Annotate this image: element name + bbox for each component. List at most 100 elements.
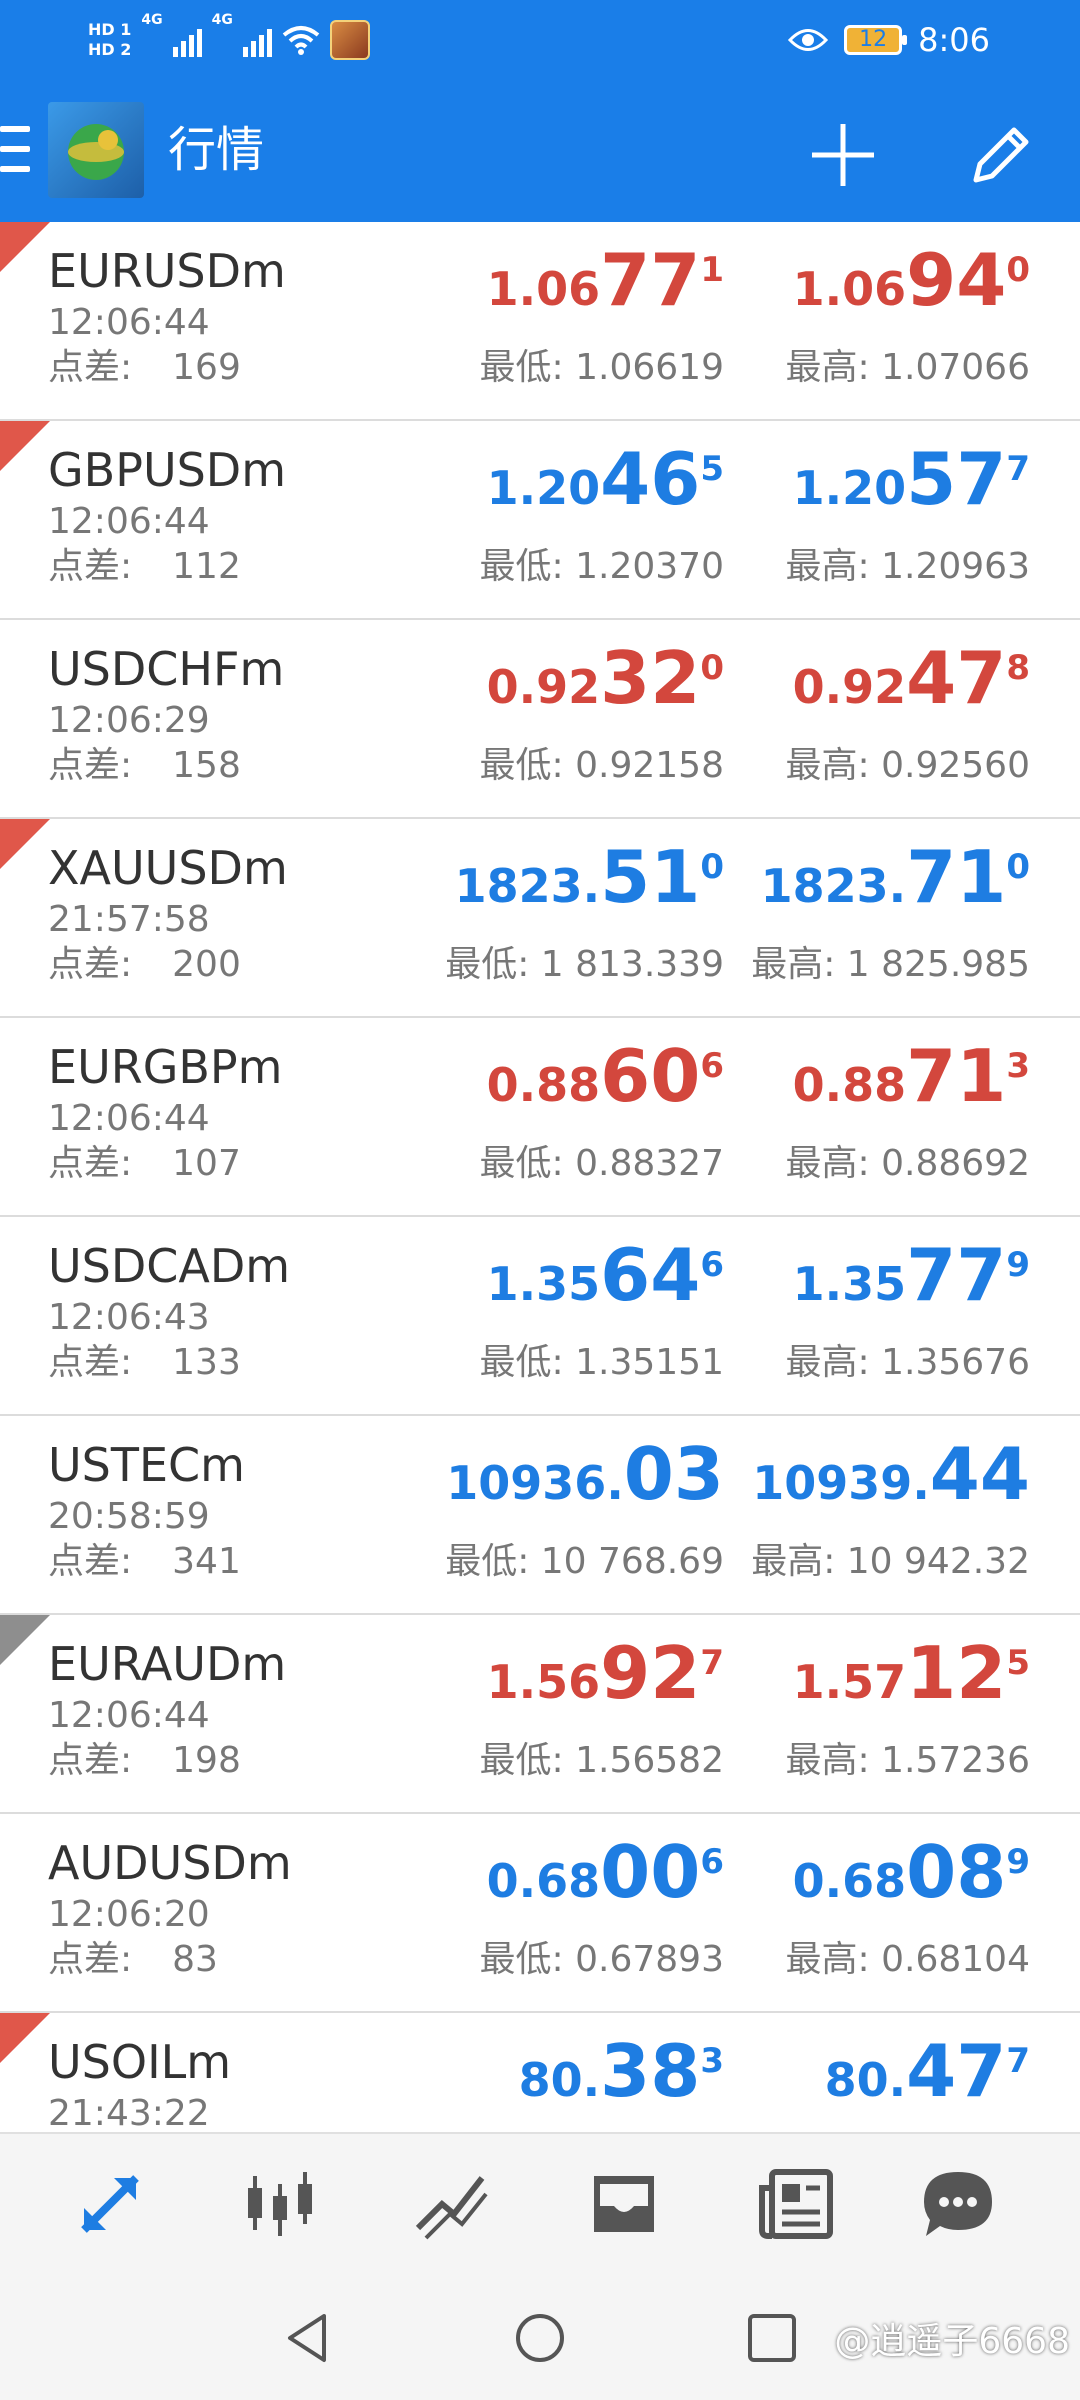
bid-big: 77 [600, 238, 701, 322]
bid-small: 0.88 [486, 1058, 601, 1112]
bid-small: 1823. [454, 859, 601, 913]
symbol: EURGBPm [48, 1040, 283, 1094]
bid-sup: 1 [700, 250, 724, 290]
ask-sup: 8 [1006, 648, 1030, 688]
bid-big: 03 [623, 1432, 724, 1516]
ask-sup: 0 [1006, 847, 1030, 887]
spread-value: 169 [172, 347, 241, 388]
ask-sup: 7 [1006, 449, 1030, 489]
ask-sup: 7 [1006, 2041, 1030, 2081]
ask-big: 44 [929, 1432, 1030, 1516]
network-labels: HD 1 HD 2 [88, 20, 131, 60]
low-price: 最低: 0.67893 [479, 1939, 724, 1980]
bid-sup: 3 [700, 2041, 724, 2081]
quote-time: 12:06:43 [48, 1297, 210, 1338]
quote-row-eurgbpm[interactable]: EURGBPm 12:06:44 点差: 107 0.88606 0.88713 … [0, 1018, 1080, 1217]
quote-row-euraudm[interactable]: EURAUDm 12:06:44 点差: 198 1.56927 1.57125 … [0, 1615, 1080, 1814]
home-icon[interactable] [512, 2310, 568, 2366]
chat-icon[interactable] [918, 2164, 998, 2244]
quote-row-usdcadm[interactable]: USDCADm 12:06:43 点差: 133 1.35646 1.35779 … [0, 1217, 1080, 1416]
quote-time: 12:06:44 [48, 1695, 210, 1736]
wifi-icon [282, 26, 320, 55]
ask-price: 1.57125 [793, 1633, 1030, 1733]
spread: 点差: 169 [48, 347, 241, 389]
ask-big: 71 [906, 835, 1007, 919]
signal-icon [242, 23, 272, 57]
ask-small: 10939. [752, 1456, 930, 1510]
change-marker [0, 1615, 50, 1665]
ask-price: 10939.44 [752, 1434, 1030, 1534]
symbol: AUDUSDm [48, 1836, 292, 1890]
spread-label: 点差: [48, 1143, 133, 1184]
quote-time: 12:06:44 [48, 501, 210, 542]
status-bar: HD 1 HD 2 4G 4G 12 8:06 [0, 0, 1080, 80]
ask-big: 47 [906, 636, 1007, 720]
bottom-nav [0, 2132, 1080, 2274]
ask-small: 1.35 [792, 1257, 907, 1311]
quote-row-audusdm[interactable]: AUDUSDm 12:06:20 点差: 83 0.68006 0.68089 最… [0, 1814, 1080, 2013]
quotes-arrows-icon[interactable] [70, 2164, 150, 2244]
app-bar: 行情 [0, 80, 1080, 222]
quote-row-xauusdm[interactable]: XAUUSDm 21:57:58 点差: 200 1823.510 1823.71… [0, 819, 1080, 1018]
ask-price: 0.68089 [793, 1832, 1030, 1932]
quote-time: 12:06:44 [48, 1098, 210, 1139]
bid-price: 0.68006 [487, 1832, 724, 1932]
bid-sup: 0 [700, 648, 724, 688]
quote-row-ustecm[interactable]: USTECm 20:58:59 点差: 341 10936.03 10939.44… [0, 1416, 1080, 1615]
network-label-1: HD 1 [88, 20, 132, 39]
low-price: 最低: 1.20370 [479, 546, 724, 587]
spread-value: 200 [172, 944, 241, 985]
plus-icon[interactable] [808, 120, 878, 190]
inbox-icon[interactable] [584, 2164, 664, 2244]
status-left: HD 1 HD 2 4G 4G [88, 12, 370, 68]
spread-label: 点差: [48, 944, 133, 985]
high-price: 最高: 0.88692 [785, 1143, 1030, 1184]
back-icon[interactable] [280, 2310, 336, 2366]
bid-small: 1.06 [486, 262, 601, 316]
quote-row-gbpusdm[interactable]: GBPUSDm 12:06:44 点差: 112 1.20465 1.20577 … [0, 421, 1080, 620]
change-marker [0, 222, 50, 272]
battery-icon: 12 [844, 25, 908, 55]
symbol: USOILm [48, 2035, 232, 2089]
low-price: 最低: 0.92158 [479, 745, 724, 786]
quote-time: 12:06:29 [48, 700, 210, 741]
symbol: XAUUSDm [48, 841, 288, 895]
change-marker [0, 421, 50, 471]
spread-value: 158 [172, 745, 241, 786]
quote-time: 21:43:22 [48, 2093, 210, 2132]
ask-small: 1.57 [792, 1655, 907, 1709]
pencil-icon[interactable] [966, 120, 1036, 190]
bid-sup: 6 [700, 1842, 724, 1882]
spread-label: 点差: [48, 1939, 133, 1980]
page-title: 行情 [168, 122, 265, 178]
quote-row-usdchfm[interactable]: USDCHFm 12:06:29 点差: 158 0.92320 0.92478 … [0, 620, 1080, 819]
bid-big: 46 [600, 437, 701, 521]
bid-big: 92 [600, 1631, 701, 1715]
spread-value: 198 [172, 1740, 241, 1781]
bid-price: 1.56927 [487, 1633, 724, 1733]
trade-icon[interactable] [412, 2164, 492, 2244]
change-marker [0, 819, 50, 869]
ask-price: 1.06940 [793, 240, 1030, 340]
low-price: 最低: 1 813.339 [445, 944, 724, 985]
candlestick-chart-icon[interactable] [240, 2164, 320, 2244]
quote-list[interactable]: EURUSDm 12:06:44 点差: 169 1.06771 1.06940 … [0, 222, 1080, 2132]
low-price: 最低: 10 768.69 [445, 1541, 724, 1582]
ask-big: 08 [906, 1830, 1007, 1914]
news-icon[interactable] [756, 2164, 836, 2244]
menu-icon[interactable] [0, 126, 30, 172]
spread-value: 112 [172, 546, 241, 587]
quote-row-usoilm[interactable]: USOILm 21:43:22 80.383 80.477 [0, 2013, 1080, 2132]
quote-row-eurusdm[interactable]: EURUSDm 12:06:44 点差: 169 1.06771 1.06940 … [0, 222, 1080, 421]
recents-icon[interactable] [744, 2310, 800, 2366]
bid-price: 1.20465 [487, 439, 724, 539]
ask-small: 1823. [760, 859, 907, 913]
bid-sup: 5 [700, 449, 724, 489]
high-price: 最高: 1 825.985 [751, 944, 1030, 985]
spread-label: 点差: [48, 1740, 133, 1781]
system-nav: @逍遥子6668 [0, 2272, 1080, 2400]
bid-price: 1823.510 [455, 837, 724, 937]
clock: 8:06 [918, 21, 990, 59]
ask-big: 12 [906, 1631, 1007, 1715]
ask-small: 0.88 [792, 1058, 907, 1112]
